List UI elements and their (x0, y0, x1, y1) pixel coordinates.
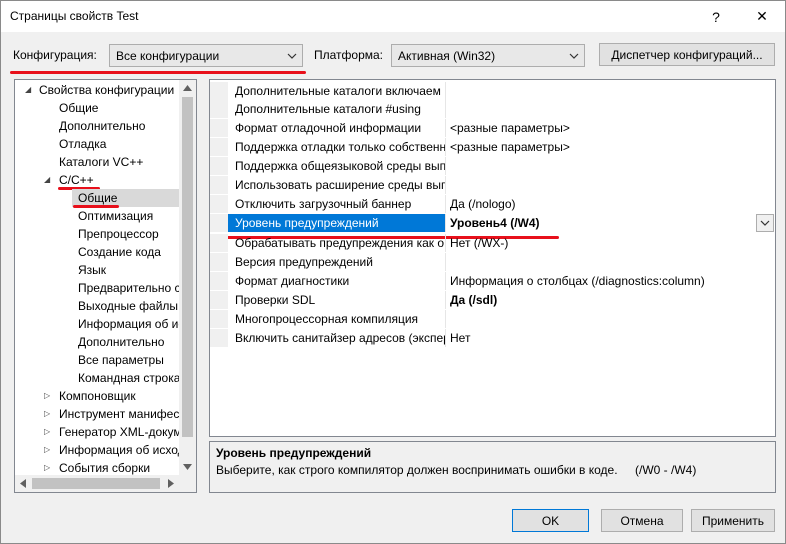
tree-item-config-properties[interactable]: ◢ Свойства конфигурации (15, 81, 179, 99)
settings-tree: ◢ Свойства конфигурации Общие Дополнител… (14, 79, 197, 493)
configuration-label: Конфигурация: (13, 48, 97, 62)
tree-item-debugging[interactable]: Отладка (59, 135, 106, 153)
scroll-right-icon[interactable] (168, 479, 174, 488)
tree-hscroll-thumb[interactable] (32, 478, 160, 489)
tree-item-preprocessor[interactable]: Препроцессор (78, 225, 159, 243)
property-row[interactable]: Многопроцессорная компиляция (210, 310, 775, 328)
tree-item-cpp-advanced[interactable]: Дополнительно (78, 333, 164, 351)
property-row[interactable]: Версия предупреждений (210, 253, 775, 271)
chevron-down-icon (760, 220, 770, 226)
chevron-down-icon (287, 53, 297, 59)
platform-label: Платформа: (314, 48, 384, 62)
cancel-button[interactable]: Отмена (601, 509, 683, 532)
collapsed-triangle-icon[interactable]: ▷ (44, 387, 50, 405)
apply-button[interactable]: Применить (691, 509, 775, 532)
tree-vertical-scrollbar[interactable] (179, 80, 196, 492)
property-row[interactable]: Формат диагностики Информация о столбцах … (210, 272, 775, 290)
property-row[interactable]: Отключить загрузочный баннер Да (/nologo) (210, 195, 775, 213)
expanded-triangle-icon[interactable]: ◢ (25, 81, 31, 99)
tree-item-optimization[interactable]: Оптимизация (78, 207, 153, 225)
warning-level-dropdown-button[interactable] (756, 214, 774, 232)
property-pages-dialog: Страницы свойств Test ? ✕ Конфигурация: … (0, 0, 786, 544)
scroll-left-icon[interactable] (20, 479, 26, 488)
tree-item-linker[interactable]: ▷ Компоновщик (15, 387, 179, 405)
property-row[interactable]: Формат отладочной информации <разные пара… (210, 119, 775, 137)
property-row[interactable]: Проверки SDL Да (/sdl) (210, 291, 775, 309)
configuration-value: Все конфигурации (116, 49, 220, 63)
help-icon: ? (712, 8, 720, 25)
collapsed-triangle-icon[interactable]: ▷ (44, 441, 50, 459)
tree-scroll-thumb[interactable] (182, 97, 193, 437)
property-row-warning-level[interactable]: Уровень предупреждений Уровень4 (/W4) (210, 214, 775, 232)
ok-button[interactable]: OK (512, 509, 589, 532)
collapsed-triangle-icon[interactable]: ▷ (44, 423, 50, 441)
tree-item-advanced[interactable]: Дополнительно (59, 117, 145, 135)
property-row[interactable]: Дополнительные каталоги включаем (210, 82, 775, 100)
tree-item-source-browse-info[interactable]: ▷ Информация об исход (15, 441, 179, 459)
property-row[interactable]: Использовать расширение среды вып (210, 176, 775, 194)
description-range: (/W0 - /W4) (635, 463, 697, 477)
close-button[interactable]: ✕ (739, 1, 785, 32)
description-text: Выберите, как строго компилятор должен в… (216, 463, 618, 477)
collapsed-triangle-icon[interactable]: ▷ (44, 405, 50, 423)
expanded-triangle-icon[interactable]: ◢ (44, 171, 50, 189)
chevron-down-icon (569, 53, 579, 59)
close-icon: ✕ (756, 8, 768, 24)
configuration-manager-button[interactable]: Диспетчер конфигураций... (599, 43, 775, 66)
help-button[interactable]: ? (693, 1, 739, 32)
tree-item-language[interactable]: Язык (78, 261, 106, 279)
description-panel: Уровень предупреждений Выберите, как стр… (209, 441, 776, 493)
tree-horizontal-scrollbar[interactable] (15, 475, 179, 492)
tree-item-all-options[interactable]: Все параметры (78, 351, 164, 369)
tree-item-xml-doc-generator[interactable]: ▷ Генератор XML-докум (15, 423, 179, 441)
title-bar: Страницы свойств Test ? ✕ (1, 1, 785, 32)
window-title: Страницы свойств Test (10, 9, 139, 23)
property-row[interactable]: Дополнительные каталоги #using (210, 100, 775, 118)
configuration-dropdown[interactable]: Все конфигурации (109, 44, 303, 67)
annotation-underline (10, 71, 306, 74)
scroll-down-icon[interactable] (183, 464, 192, 470)
tree-item-output-files[interactable]: Выходные файлы (78, 297, 178, 315)
tree-item-vc-directories[interactable]: Каталоги VC++ (59, 153, 143, 171)
tree-item-general[interactable]: Общие (59, 99, 98, 117)
tree-item-browse-info[interactable]: Информация об ис (78, 315, 179, 333)
platform-dropdown[interactable]: Активная (Win32) (391, 44, 585, 67)
property-row[interactable]: Обрабатывать предупреждения как о Нет (/W… (210, 234, 775, 252)
tree-item-command-line[interactable]: Командная строка (78, 369, 180, 387)
property-row[interactable]: Поддержка отладки только собственн <разны… (210, 138, 775, 156)
property-grid: Дополнительные каталоги включаем Дополни… (209, 79, 776, 437)
description-title: Уровень предупреждений (216, 446, 372, 460)
scroll-up-icon[interactable] (183, 85, 192, 91)
tree-item-manifest-tool[interactable]: ▷ Инструмент манифест (15, 405, 179, 423)
tree-item-code-generation[interactable]: Создание кода (78, 243, 161, 261)
property-row[interactable]: Включить санитайзер адресов (экспер Нет (210, 329, 775, 347)
platform-value: Активная (Win32) (398, 49, 496, 63)
tree-item-precompiled-headers[interactable]: Предварительно ск (78, 279, 179, 297)
property-row[interactable]: Поддержка общеязыковой среды вып (210, 157, 775, 175)
